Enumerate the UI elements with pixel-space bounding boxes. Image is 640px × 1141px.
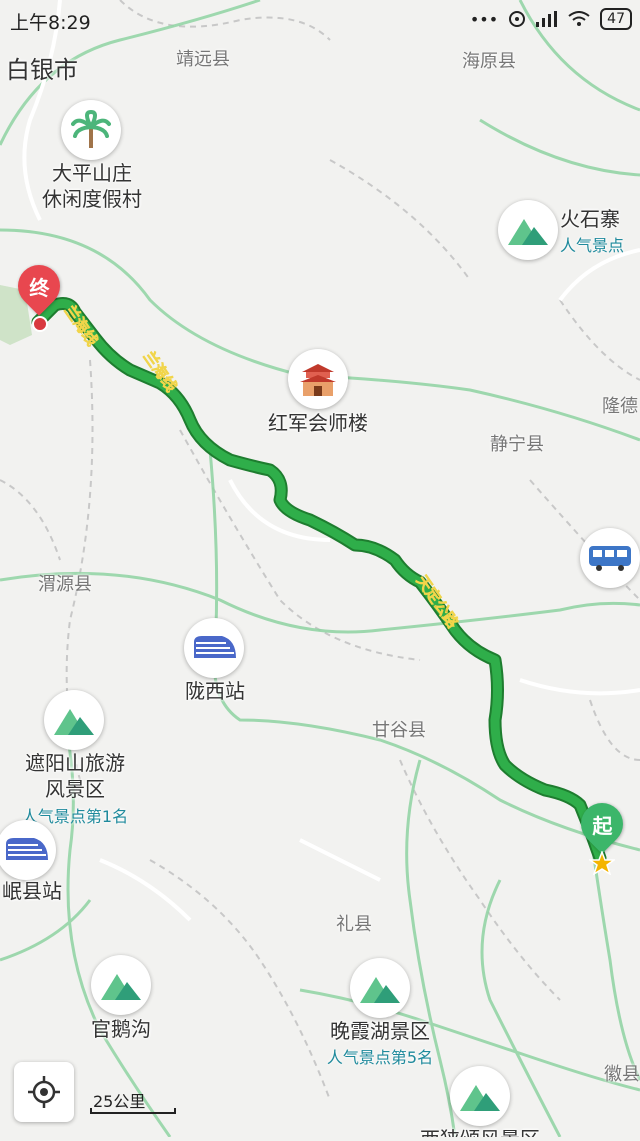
mountain-icon	[460, 1085, 500, 1111]
start-marker-label: 起	[592, 813, 612, 838]
poi-sub-huoshizhai: 人气景点	[560, 236, 625, 255]
county-label-jingning: 静宁县	[490, 434, 544, 455]
end-marker-label: 终	[29, 275, 49, 300]
poi-xixia[interactable]	[450, 1066, 510, 1126]
poi-huoshizhai[interactable]	[498, 200, 558, 260]
train-icon	[194, 636, 236, 658]
county-label-longde: 隆德	[602, 396, 638, 417]
poi-dapingshan[interactable]	[61, 100, 121, 160]
poi-hongjun[interactable]	[288, 349, 348, 409]
mountain-icon	[101, 974, 141, 1000]
poi-label-wanxiahu: 晚霞湖景区	[330, 1019, 430, 1043]
status-icons: ••• 47	[470, 8, 632, 30]
bus-icon	[589, 546, 631, 571]
poi-name-line1: 遮阳山旅游	[25, 751, 125, 775]
poi-label-minxian: 岷县站	[2, 879, 62, 903]
status-bar: 上午8:29 ••• 47	[0, 0, 640, 40]
poi-bus-station[interactable]	[580, 528, 640, 588]
poi-label-huoshizhai: 火石寨	[560, 207, 620, 231]
gate-tower-icon	[300, 364, 336, 396]
hotspot-icon	[509, 11, 526, 27]
locate-button[interactable]	[14, 1062, 74, 1122]
road-label-lanhai-1: 兰海线	[61, 302, 102, 349]
poi-zheyangshan[interactable]	[44, 690, 104, 750]
more-dots-icon: •••	[469, 9, 499, 29]
county-label-lixian: 礼县	[336, 914, 372, 935]
poi-sub-wanxiahu: 人气景点第5名	[326, 1048, 434, 1067]
map-scale: 25公里	[90, 1088, 176, 1118]
start-star-icon	[589, 851, 615, 875]
poi-name-line1: 大平山庄	[52, 161, 132, 185]
palm-tree-icon	[71, 110, 111, 148]
county-label-gangu: 甘谷县	[372, 720, 426, 741]
mountain-icon	[360, 977, 400, 1003]
poi-label-longxi: 陇西站	[185, 679, 245, 703]
status-time: 上午8:29	[10, 12, 91, 34]
poi-label-dapingshan: 大平山庄 休闲度假村	[30, 160, 154, 212]
battery-indicator: 47	[600, 8, 632, 30]
county-label-haiyuan: 海原县	[462, 51, 516, 72]
end-point-dot	[32, 316, 48, 332]
county-label-hui: 徽县	[604, 1064, 640, 1085]
mountain-icon	[508, 219, 548, 245]
poi-wanxiahu[interactable]	[350, 958, 410, 1018]
poi-name-line2: 风景区	[45, 777, 105, 801]
poi-name-line2: 休闲度假村	[42, 187, 142, 211]
city-label-baiyin: 白银市	[6, 56, 78, 84]
cell-signal-icon	[536, 11, 558, 27]
train-icon	[6, 838, 48, 860]
mountain-icon	[54, 709, 94, 735]
wifi-icon	[568, 11, 590, 26]
locate-crosshair-icon	[28, 1076, 60, 1108]
poi-label-hongjun: 红军会师楼	[268, 411, 368, 435]
poi-label-xixia: 西狭颂风景区	[410, 1126, 550, 1137]
county-label-weiyuan: 渭源县	[38, 574, 92, 595]
poi-guanegou[interactable]	[91, 955, 151, 1015]
poi-longxi-station[interactable]	[184, 618, 244, 678]
county-label-jingyuan: 靖远县	[176, 49, 230, 70]
poi-label-zheyangshan: 遮阳山旅游 风景区	[10, 750, 140, 802]
scale-bar	[90, 1108, 176, 1114]
poi-label-guanegou: 官鹅沟	[91, 1017, 151, 1041]
